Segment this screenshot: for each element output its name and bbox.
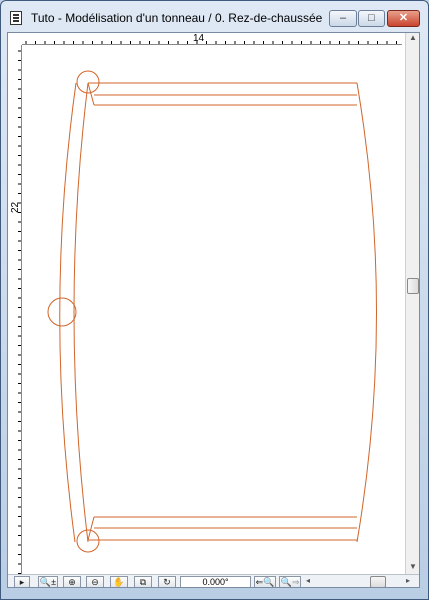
top-ruler-label: 14: [193, 33, 205, 44]
plan-canvas[interactable]: [8, 33, 405, 574]
scroll-right-arrow-icon[interactable]: ▸: [406, 576, 410, 585]
control-point-middle: [47, 297, 77, 327]
barrel-top-lid-diag: [87, 82, 95, 106]
maximize-button[interactable]: □: [358, 10, 385, 27]
zoom-plus-minus-button[interactable]: 🔍±: [38, 576, 58, 587]
pan-hand-button[interactable]: ✋: [110, 576, 128, 587]
scroll-left-arrow-icon[interactable]: ◂: [306, 576, 310, 585]
scroll-down-arrow-icon[interactable]: ▼: [409, 562, 417, 571]
drawing-area[interactable]: 14 22 ▲ ▼ ▸ 🔍± ⊕ ⊖ ✋ ⧉ ↻ 0.000° ⇐🔍 🔍⇒ ◂ …: [7, 32, 420, 588]
drawing-window: Tuto - Modélisation d'un tonneau / 0. Re…: [0, 0, 429, 600]
barrel-drawing: [47, 70, 377, 553]
zoom-next-button[interactable]: 🔍⇒: [279, 576, 301, 587]
document-icon: [10, 11, 22, 25]
zoom-previous-button[interactable]: ⇐🔍: [254, 576, 276, 587]
horizontal-scroll-thumb[interactable]: [370, 576, 386, 587]
barrel-outer-right-stave: [356, 82, 377, 543]
rotation-angle-field[interactable]: 0.000°: [180, 576, 251, 587]
zoom-out-button[interactable]: ⊖: [86, 576, 104, 587]
rotate-view-button[interactable]: ↻: [158, 576, 176, 587]
window-title: Tuto - Modélisation d'un tonneau / 0. Re…: [31, 11, 323, 25]
barrel-bottom-lid-diag: [87, 516, 95, 541]
vertical-scroll-thumb[interactable]: [407, 278, 419, 294]
vertical-scrollbar[interactable]: ▲ ▼: [405, 33, 419, 574]
left-ruler-label: 22: [10, 201, 21, 213]
title-bar[interactable]: Tuto - Modélisation d'un tonneau / 0. Re…: [1, 1, 428, 31]
play-button[interactable]: ▸: [14, 576, 30, 587]
control-point-top: [76, 70, 100, 94]
view-toolbar: ▸ 🔍± ⊕ ⊖ ✋ ⧉ ↻ 0.000° ⇐🔍 🔍⇒ ◂ ▸: [8, 574, 419, 587]
fit-window-button[interactable]: ⧉: [134, 576, 152, 587]
scroll-up-arrow-icon[interactable]: ▲: [409, 33, 417, 42]
minimize-button[interactable]: ‒: [329, 10, 357, 27]
zoom-in-button[interactable]: ⊕: [63, 576, 81, 587]
close-button[interactable]: ✕: [387, 10, 420, 27]
